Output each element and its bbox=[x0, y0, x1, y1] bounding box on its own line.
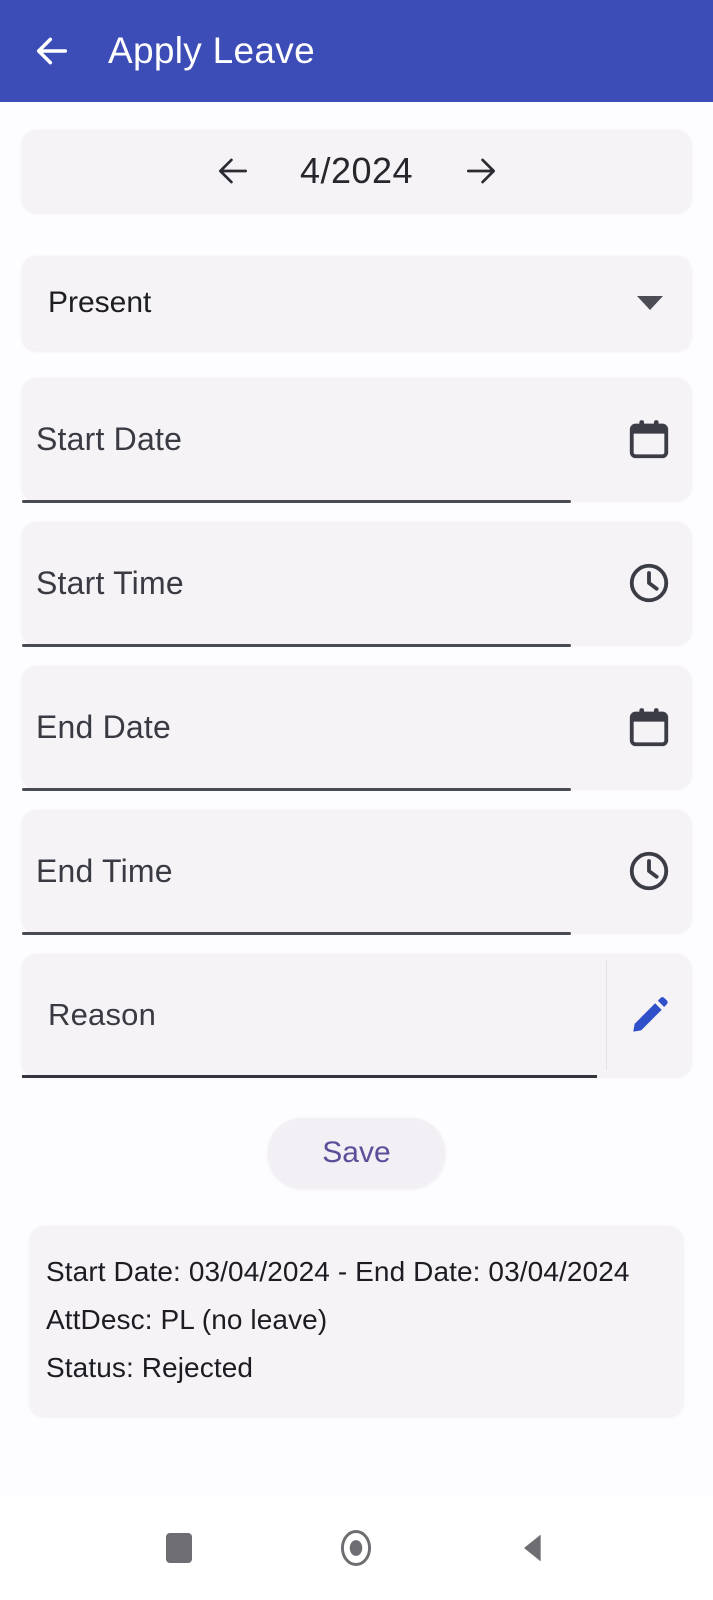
reason-field[interactable]: Reason bbox=[22, 954, 691, 1078]
leave-attdesc-line: AttDesc: PL (no leave) bbox=[46, 1304, 328, 1336]
home-button[interactable] bbox=[324, 1516, 388, 1580]
reason-label: Reason bbox=[48, 997, 157, 1032]
app-bar: Apply Leave bbox=[0, 0, 713, 102]
end-date-field[interactable]: End Date bbox=[22, 666, 691, 791]
month-year-label: 4/2024 bbox=[299, 150, 414, 191]
recents-button[interactable] bbox=[147, 1516, 211, 1580]
dropdown-selected-value: Present bbox=[48, 286, 152, 319]
reason-edit-button[interactable] bbox=[607, 992, 691, 1038]
start-time-field[interactable]: Start Time bbox=[22, 522, 691, 647]
arrow-left-icon bbox=[218, 158, 247, 184]
arrow-left-icon bbox=[36, 37, 68, 65]
start-date-picker-button[interactable] bbox=[607, 416, 691, 462]
next-month-button[interactable] bbox=[458, 148, 504, 194]
start-date-field[interactable]: Start Date bbox=[22, 378, 691, 503]
start-date-label: Start Date bbox=[36, 420, 183, 457]
leave-dates-line: Start Date: 03/04/2024 - End Date: 03/04… bbox=[46, 1256, 630, 1287]
end-time-label: End Time bbox=[36, 852, 173, 889]
calendar-icon bbox=[629, 420, 669, 459]
app-screen: Apply Leave 4/2024 Present Start Date St… bbox=[0, 0, 713, 1600]
end-date-label: End Date bbox=[36, 708, 172, 745]
system-navigation-bar bbox=[0, 1496, 713, 1600]
back-button[interactable] bbox=[26, 25, 78, 77]
form-content: 4/2024 Present Start Date Start Time End… bbox=[0, 102, 713, 1496]
chevron-down-icon bbox=[637, 296, 663, 310]
calendar-icon bbox=[629, 708, 669, 747]
start-time-label: Start Time bbox=[36, 564, 184, 601]
end-time-picker-button[interactable] bbox=[607, 848, 691, 894]
arrow-right-icon bbox=[466, 158, 495, 184]
prev-month-button[interactable] bbox=[210, 148, 256, 194]
square-icon bbox=[165, 1533, 192, 1563]
triangle-left-icon bbox=[524, 1534, 541, 1562]
back-nav-button[interactable] bbox=[502, 1516, 566, 1580]
end-date-picker-button[interactable] bbox=[607, 704, 691, 750]
leave-record-card: Start Date: 03/04/2024 - End Date: 03/04… bbox=[30, 1226, 683, 1417]
save-button[interactable]: Save bbox=[268, 1118, 445, 1188]
end-time-field[interactable]: End Time bbox=[22, 810, 691, 935]
leave-status-line: Status: Rejected bbox=[46, 1352, 254, 1384]
circle-icon bbox=[341, 1530, 372, 1566]
attendance-status-dropdown[interactable]: Present bbox=[22, 256, 691, 350]
page-title: Apply Leave bbox=[108, 30, 315, 71]
clock-icon bbox=[629, 851, 669, 891]
save-button-row: Save bbox=[22, 1118, 691, 1188]
clock-icon bbox=[629, 563, 669, 603]
month-selector: 4/2024 bbox=[22, 130, 691, 212]
pencil-icon bbox=[633, 997, 668, 1032]
start-time-picker-button[interactable] bbox=[607, 560, 691, 606]
